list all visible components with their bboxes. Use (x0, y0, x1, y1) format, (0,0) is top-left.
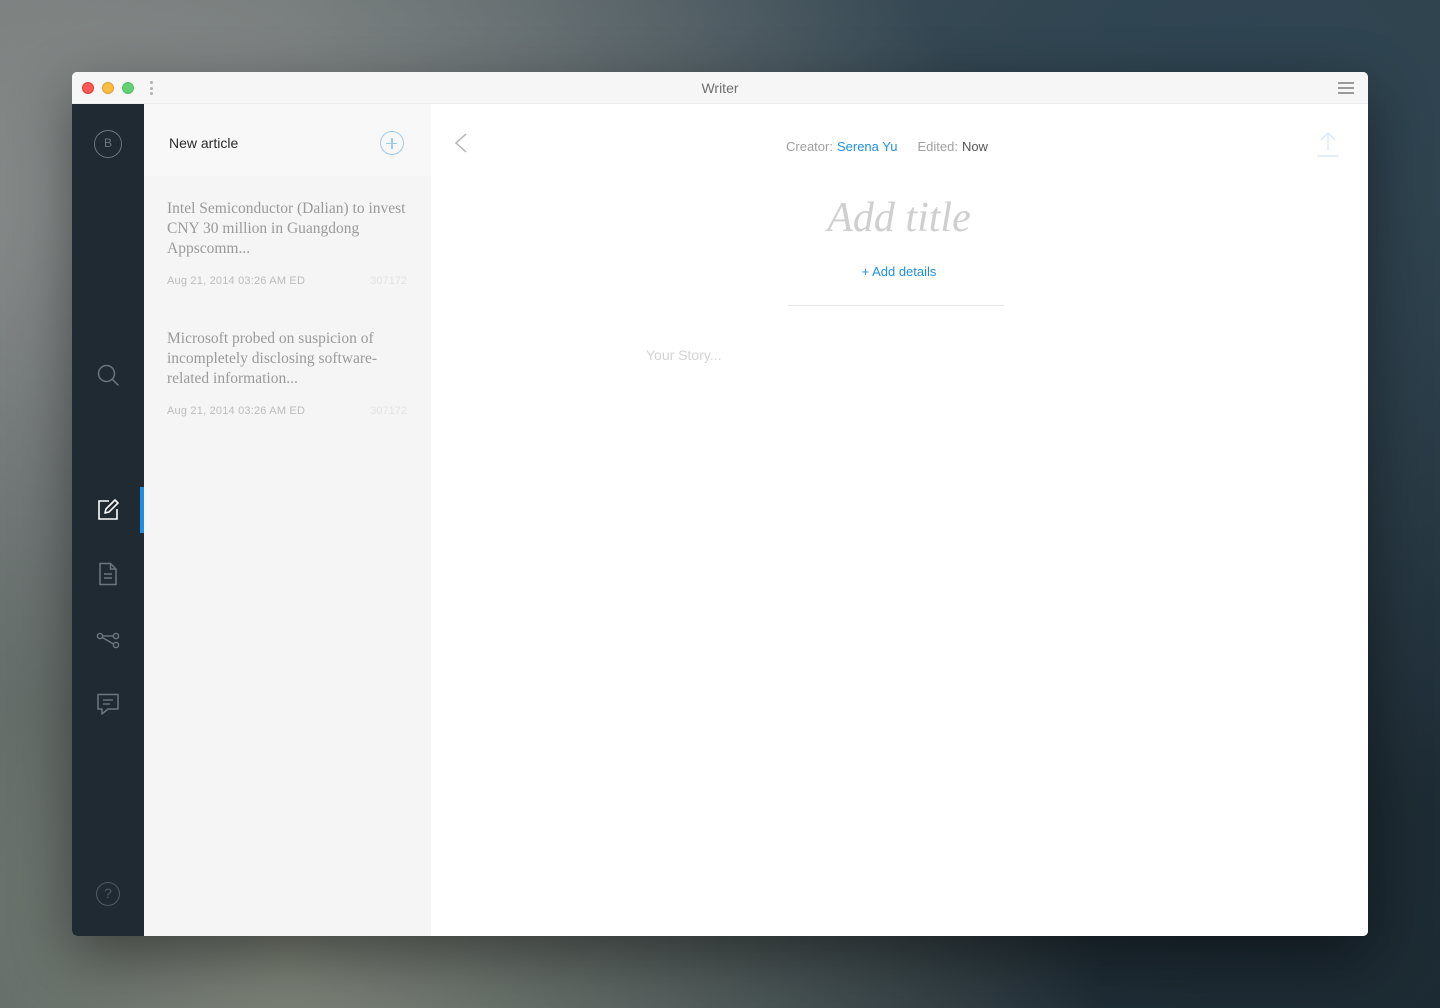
creator-name-link[interactable]: Serena Yu (837, 139, 897, 154)
article-date: Aug 21, 2014 03:26 AM ED (167, 405, 306, 417)
list-item[interactable]: Intel Semiconductor (Dalian) to invest C… (167, 199, 407, 289)
list-item[interactable]: Microsoft probed on suspicion of incompl… (167, 329, 407, 419)
edit-icon (98, 499, 119, 520)
sidebar: B ? (72, 104, 144, 936)
list-header: New article (144, 104, 431, 176)
window-title: Writer (701, 80, 739, 96)
article-list-panel: New article Intel Semiconductor (Dalian)… (144, 104, 431, 936)
article-title: Intel Semiconductor (Dalian) to invest C… (167, 200, 406, 257)
back-chevron-icon[interactable] (453, 132, 469, 154)
add-article-button[interactable] (380, 131, 404, 155)
creator-label: Creator: (786, 139, 833, 154)
article-date: Aug 21, 2014 03:26 AM ED (167, 275, 306, 287)
share-icon (96, 632, 120, 649)
article-meta-line: Creator: Serena Yu Edited: Now (786, 139, 988, 154)
title-input[interactable]: Add title (751, 194, 1047, 242)
article-id: 307172 (370, 275, 407, 287)
document-icon (99, 562, 117, 586)
article-id: 307172 (370, 405, 407, 417)
editor-pane: Creator: Serena Yu Edited: Now Add title + … (431, 104, 1368, 936)
comment-icon (97, 693, 119, 715)
article-title: Microsoft probed on suspicion of incompl… (167, 330, 378, 387)
article-meta: Aug 21, 2014 03:26 AM ED 307172 (167, 275, 407, 289)
search-icon (97, 364, 119, 386)
edited-value: Now (961, 139, 988, 154)
sidebar-item-share[interactable] (72, 617, 144, 663)
add-details-link[interactable]: + Add details (751, 264, 1047, 279)
sidebar-item-comments[interactable] (72, 681, 144, 727)
hamburger-menu-icon[interactable] (1338, 82, 1354, 94)
story-input[interactable]: Your Story... (646, 347, 721, 363)
new-article-label: New article (169, 135, 239, 151)
upload-icon[interactable] (1316, 130, 1340, 158)
article-meta: Aug 21, 2014 03:26 AM ED 307172 (167, 405, 407, 419)
brand-logo[interactable]: B (94, 130, 122, 158)
edited-label: Edited: (917, 139, 958, 154)
sidebar-item-write[interactable] (72, 487, 144, 533)
sidebar-item-search[interactable] (72, 352, 144, 398)
title-bar[interactable]: Writer (72, 72, 1368, 104)
help-icon[interactable]: ? (96, 882, 120, 906)
divider (788, 305, 1004, 306)
sidebar-item-documents[interactable] (72, 551, 144, 597)
app-window: Writer B ? New article Intel Semiconduct… (72, 72, 1368, 936)
